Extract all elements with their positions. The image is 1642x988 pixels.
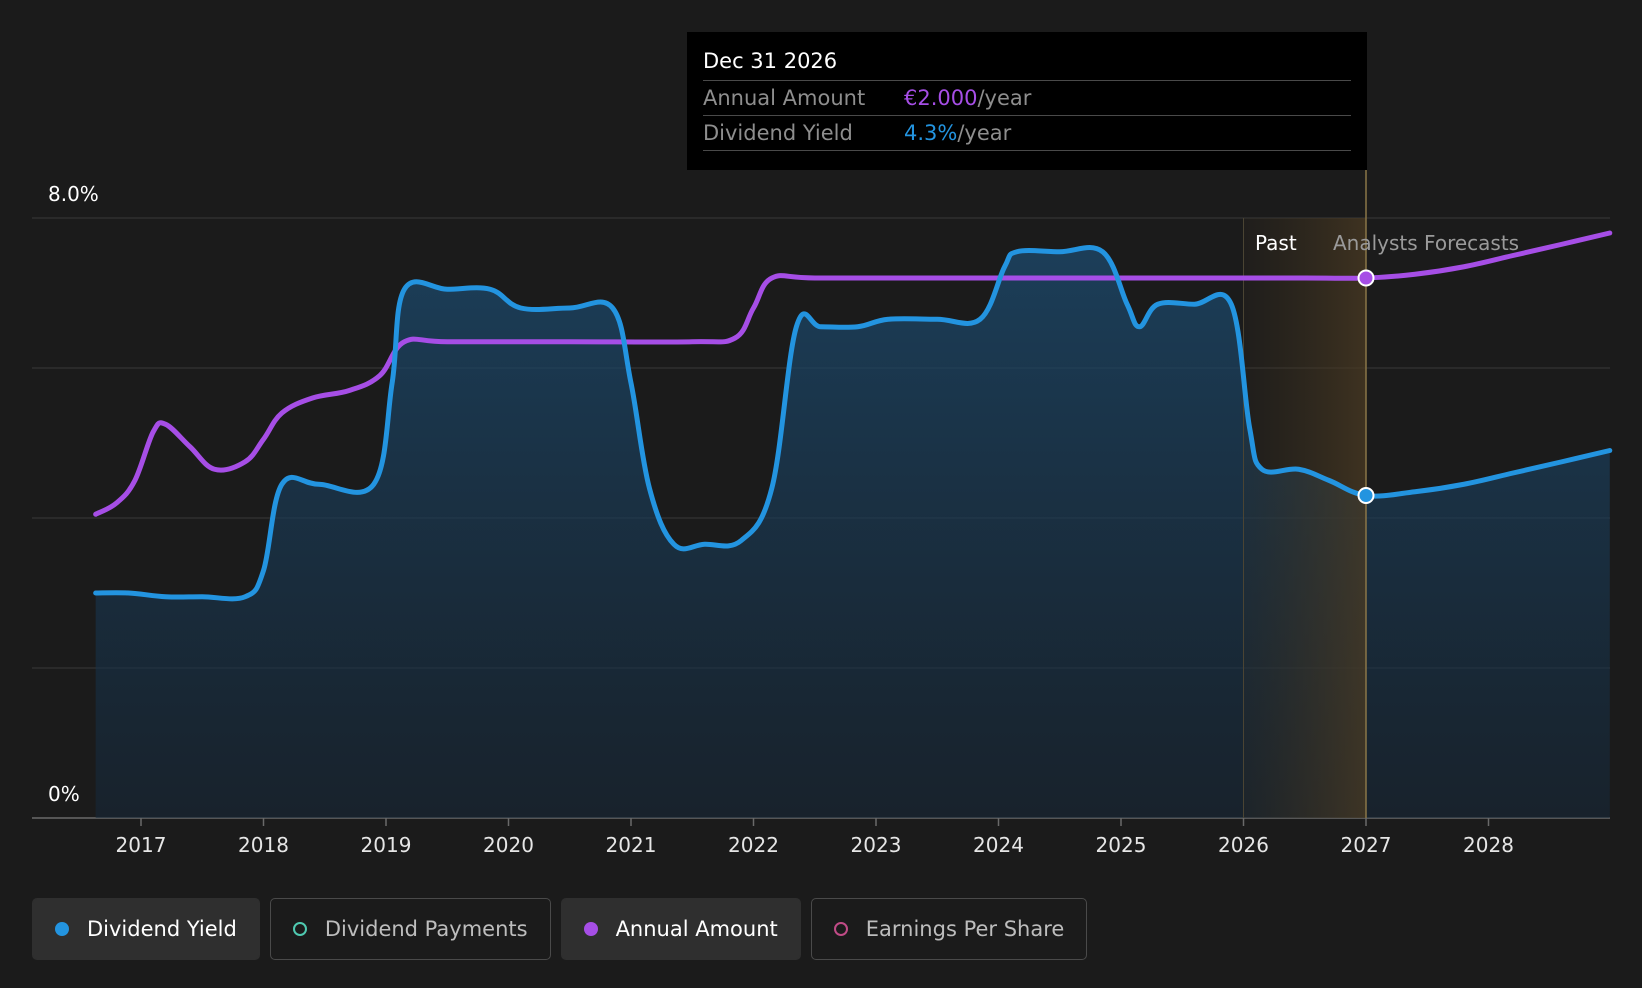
x-tick-label: 2024 [973,833,1024,857]
tooltip-row-annual-amount: Annual Amount €2.000 /year [703,81,1351,116]
legend-label: Annual Amount [615,917,778,941]
x-tick-label: 2020 [483,833,534,857]
yield-area-layer [95,247,1610,818]
forecast-region-label: Analysts Forecasts [1333,231,1519,255]
x-tick-label: 2028 [1463,833,1514,857]
tooltip-value: 4.3% [904,121,958,145]
tooltip-unit: /year [977,86,1032,110]
past-region-shade [1243,218,1366,818]
legend-dot-icon [833,922,848,936]
tooltip-label: Dividend Yield [703,121,853,145]
legend-dot-icon [583,922,598,936]
dividend-yield-marker [1357,487,1375,504]
x-tick-label: 2025 [1096,833,1147,857]
legend-item-dividend-payments[interactable]: Dividend Payments [269,898,551,960]
y-axis-top-label: 8.0% [48,182,99,206]
x-tick-label: 2027 [1341,833,1392,857]
dividend-yield-area [95,247,1610,818]
x-tick-label: 2019 [361,833,412,857]
x-tick-label: 2017 [116,833,167,857]
tooltip-date: Dec 31 2026 [703,46,1351,81]
legend-item-earnings-per-share[interactable]: Earnings Per Share [810,898,1088,960]
tooltip-row-dividend-yield: Dividend Yield 4.3% /year [703,116,1351,151]
tooltip-unit: /year [957,121,1012,145]
legend-label: Dividend Yield [87,917,237,941]
legend-dot-icon [292,922,307,936]
legend-label: Earnings Per Share [865,917,1065,941]
x-tick-label: 2026 [1218,833,1269,857]
tooltip-label: Annual Amount [703,86,866,110]
chart-tooltip: Dec 31 2026 Annual Amount €2.000 /year D… [687,32,1367,170]
x-axis: 2017 2018 2019 2020 2021 2022 2023 2024 2025 2026… [116,818,1514,857]
x-tick-label: 2018 [238,833,289,857]
legend-dot-icon [55,922,69,936]
legend-item-annual-amount[interactable]: Annual Amount [560,898,801,960]
forecast-region-layer [1243,170,1367,818]
chart-legend: Dividend Yield Dividend Payments Annual … [32,898,1088,960]
x-tick-label: 2023 [851,833,902,857]
tooltip-value: €2.000 [904,86,978,110]
legend-item-dividend-yield[interactable]: Dividend Yield [32,898,260,960]
past-region-label: Past [1255,231,1297,255]
legend-label: Dividend Payments [324,917,528,941]
x-tick-label: 2022 [728,833,779,857]
x-tick-label: 2021 [606,833,657,857]
annual-amount-marker [1357,269,1375,287]
y-axis-bottom-label: 0% [48,782,80,806]
